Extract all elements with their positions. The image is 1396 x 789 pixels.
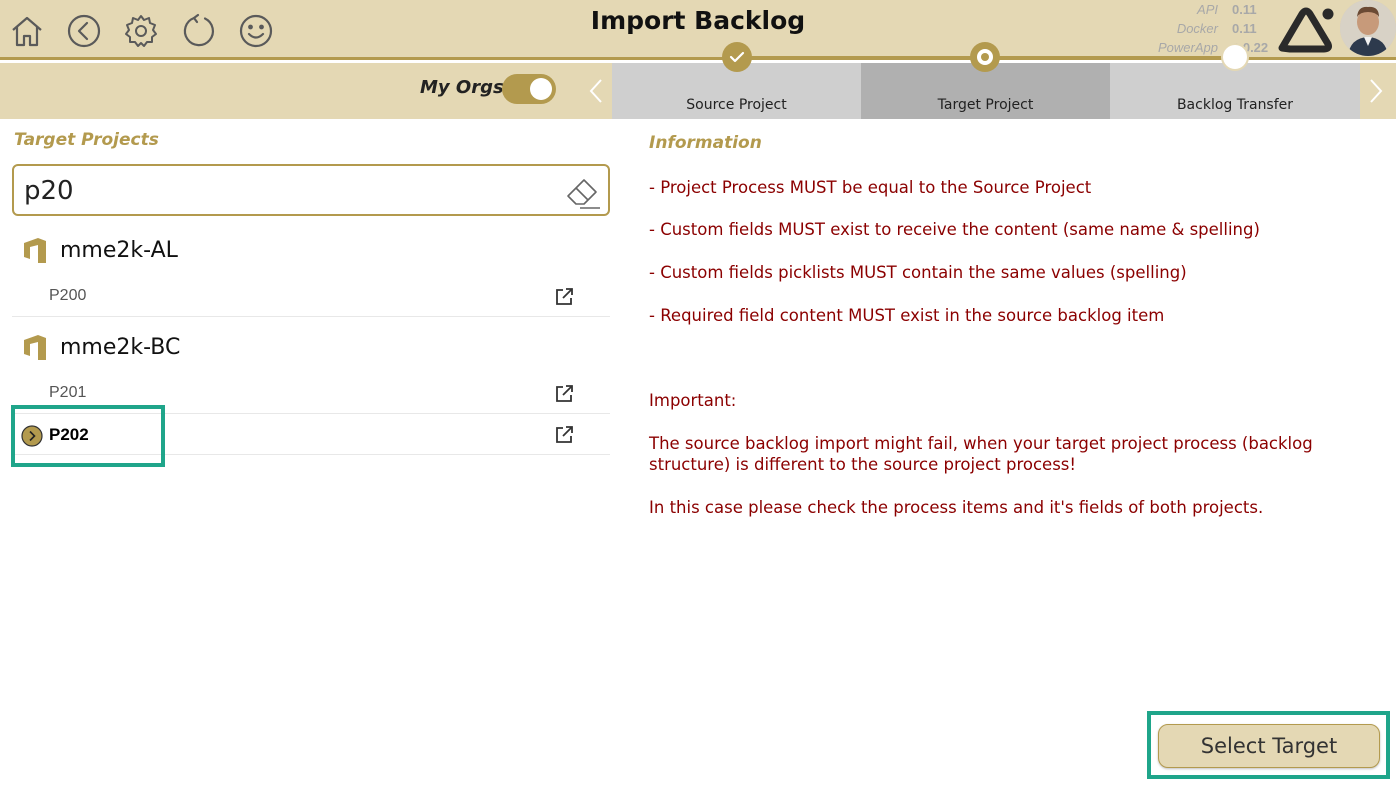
org-name: mme2k-BC [60, 334, 181, 360]
open-external-icon[interactable] [553, 286, 575, 308]
version-label: API [1197, 2, 1218, 17]
project-name: P200 [49, 287, 87, 304]
step-label: Backlog Transfer [1176, 97, 1294, 113]
step-current-dot-icon [970, 42, 1000, 72]
info-rule: - Custom fields picklists MUST contain t… [649, 263, 1187, 282]
version-row-api: API 0.11 [1130, 0, 1260, 19]
important-text: The source backlog import might fail, wh… [649, 434, 1313, 474]
info-rule: - Custom fields MUST exist to receive th… [649, 220, 1260, 239]
important-label: Important: [649, 391, 737, 410]
info-rule: - Required field content MUST exist in t… [649, 306, 1165, 325]
step-pending-dot-icon [1221, 43, 1249, 71]
project-name: P201 [49, 384, 87, 401]
step-backlog-transfer[interactable]: Backlog Transfer [1110, 63, 1360, 119]
important-text: In this case please check the process it… [649, 498, 1264, 517]
version-value: 0.11 [1232, 2, 1257, 17]
toggle-knob [530, 78, 552, 100]
org-icon [24, 238, 46, 263]
org-icon [24, 335, 46, 360]
user-avatar[interactable] [1340, 0, 1396, 56]
project-search-input[interactable] [24, 172, 564, 210]
refresh-icon[interactable] [181, 13, 217, 49]
back-icon[interactable] [66, 13, 102, 49]
my-orgs-label: My Orgs [420, 77, 504, 98]
version-row-docker: Docker 0.11 [1130, 19, 1260, 38]
smiley-icon[interactable] [238, 13, 274, 49]
version-label: PowerApp [1158, 40, 1218, 55]
home-icon[interactable] [9, 13, 45, 49]
open-external-icon[interactable] [553, 383, 575, 405]
selected-project-highlight [11, 405, 165, 467]
brand-logo [1276, 4, 1338, 54]
header-bar: Import Backlog API 0.11 Docker 0.11 Powe… [0, 0, 1396, 60]
version-value: 0.11 [1232, 21, 1257, 36]
project-search-box [12, 164, 610, 216]
step-label: Target Project [937, 97, 1034, 113]
information-title: Information [649, 133, 762, 153]
select-target-button[interactable]: Select Target [1158, 724, 1380, 768]
org-name: mme2k-AL [60, 237, 178, 263]
step-label: Source Project [686, 97, 787, 113]
settings-icon[interactable] [123, 13, 159, 49]
sub-header-bar: My Orgs Source Project Target Project Ba… [0, 63, 1396, 119]
org-header: mme2k-AL [20, 230, 178, 270]
version-label: Docker [1176, 21, 1218, 36]
chevron-left-icon[interactable] [576, 63, 616, 119]
eraser-icon[interactable] [562, 172, 602, 210]
step-done-check-icon [722, 42, 752, 72]
org-header: mme2k-BC [20, 327, 180, 367]
my-orgs-toggle[interactable] [502, 74, 556, 104]
app-root: Import Backlog API 0.11 Docker 0.11 Powe… [0, 0, 1396, 789]
target-projects-title: Target Projects [14, 130, 159, 150]
chevron-right-icon[interactable] [1356, 63, 1396, 119]
open-external-icon[interactable] [553, 424, 575, 446]
project-row-p200[interactable]: P200 [12, 277, 610, 317]
info-rule: - Project Process MUST be equal to the S… [649, 178, 1092, 197]
